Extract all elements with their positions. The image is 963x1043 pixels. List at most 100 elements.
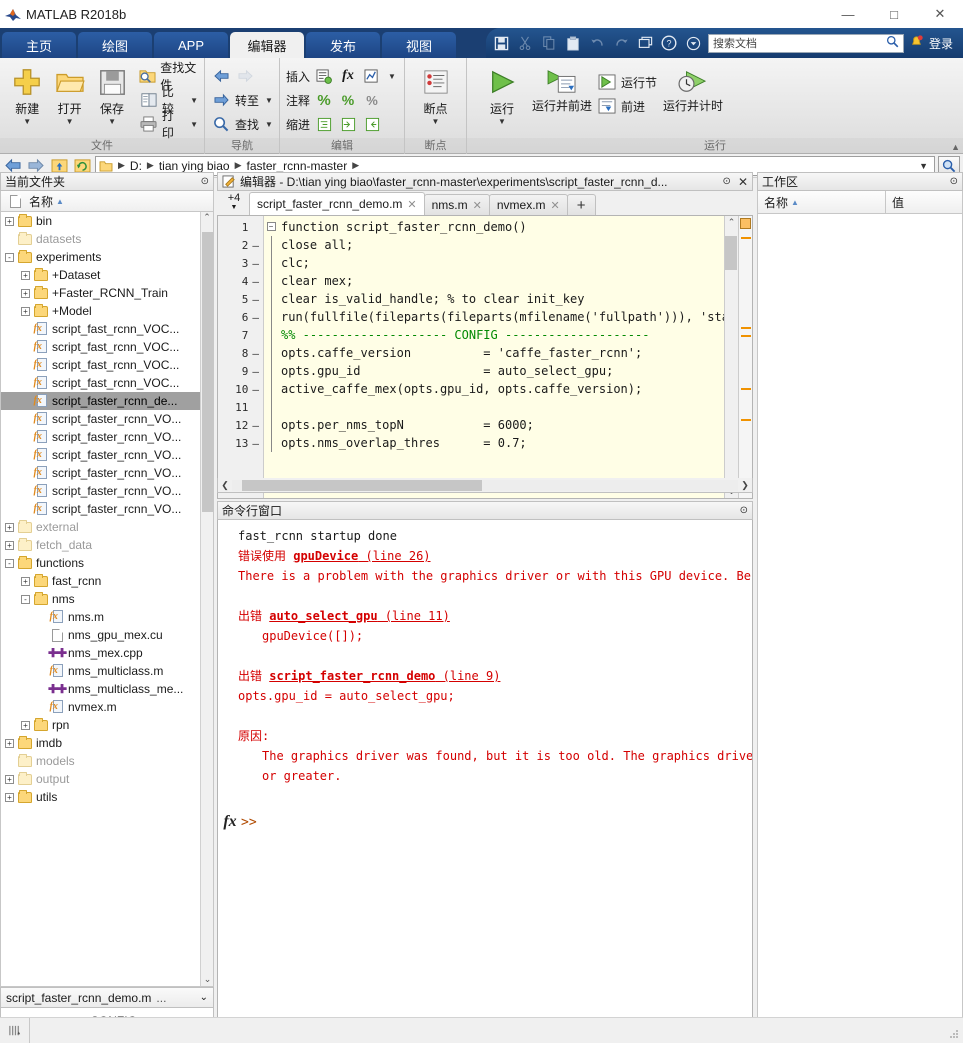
code-fold-toggle[interactable]: − (264, 218, 278, 236)
layout-icon[interactable] (636, 34, 655, 53)
editor-source-code[interactable]: function script_faster_rcnn_demo() close … (278, 216, 724, 498)
expand-icon[interactable]: + (19, 306, 32, 316)
folder-tree-row[interactable]: - experiments (1, 248, 213, 266)
folder-tree-row[interactable]: + output (1, 770, 213, 788)
close-icon[interactable]: ✕ (407, 198, 416, 211)
run-and-time-button[interactable]: 运行并计时 (663, 63, 723, 112)
scroll-track[interactable] (232, 479, 738, 491)
expand-icon[interactable]: + (19, 288, 32, 298)
breakpoints-button[interactable]: 断点 ▼ (411, 63, 460, 126)
scroll-thumb[interactable] (242, 479, 482, 491)
details-dropdown-icon[interactable]: ⌄ (200, 992, 208, 1003)
open-button[interactable]: 打开 ▼ (48, 63, 90, 126)
ribbon-collapse-icon[interactable]: ▲ (951, 142, 960, 152)
folder-tree-row[interactable]: fx script_faster_rcnn_VO... (1, 464, 213, 482)
editor-code-area[interactable]: 1– 2– 3– 4– 5– 6– 7– 8– 9– 10– 11– 12– 13– − functio… (217, 215, 753, 499)
redo-icon[interactable] (612, 34, 631, 53)
editor-code-line[interactable]: function script_faster_rcnn_demo() (278, 218, 724, 236)
run-button[interactable]: 运行 ▼ (473, 63, 531, 126)
command-error-link-line[interactable]: 出错 auto_select_gpu (line 11) (238, 606, 752, 626)
function-fx-icon[interactable]: fx (338, 68, 358, 84)
folder-tree-row[interactable]: fx nms_multiclass.m (1, 662, 213, 680)
editor-horizontal-scrollbar[interactable]: ❮ ❯ (217, 478, 753, 493)
scroll-left-icon[interactable]: ❮ (218, 480, 232, 491)
tab-editor[interactable]: 编辑器 (230, 32, 304, 58)
folder-tree-row[interactable]: + external (1, 518, 213, 536)
maximize-button[interactable]: □ (871, 0, 917, 28)
chevron-down-icon[interactable]: ▼ (265, 96, 273, 105)
error-function-link[interactable]: script_faster_rcnn_demo (269, 669, 435, 683)
chevron-down-icon[interactable]: ▼ (108, 118, 116, 126)
paste-icon[interactable] (564, 34, 583, 53)
status-bar-handle[interactable] (0, 1017, 30, 1043)
folder-tree-row[interactable]: fx nms.m (1, 608, 213, 626)
folder-tree-row[interactable]: + utils (1, 788, 213, 806)
current-folder-tree[interactable]: + bin datasets - experiments + +Dataset + +Faste… (0, 212, 214, 987)
uncomment-percent-icon[interactable]: % (338, 92, 358, 108)
expand-icon[interactable]: + (19, 270, 32, 280)
tab-plots[interactable]: 绘图 (78, 32, 152, 58)
chevron-down-icon[interactable]: ▼ (265, 120, 273, 129)
breadcrumb-drive[interactable]: D: (128, 159, 144, 173)
expand-icon[interactable]: + (3, 792, 16, 802)
fx-icon[interactable]: fx (219, 813, 241, 831)
tab-apps[interactable]: APP (154, 32, 228, 58)
error-line-link[interactable]: (line 11) (378, 609, 450, 623)
editor-overflow-tabs[interactable]: +4 ▼ (219, 191, 249, 215)
insert-button[interactable]: 插入 fx ▼ (286, 65, 396, 87)
folder-tree-row[interactable]: fx nvmex.m (1, 698, 213, 716)
find-button[interactable]: 查找 ▼ (211, 113, 273, 135)
folder-tree-row[interactable]: fx script_fast_rcnn_VOC... (1, 356, 213, 374)
panel-options-icon[interactable]: ⊙ (201, 176, 209, 187)
search-docs-input[interactable]: 搜索文档 (707, 33, 904, 53)
command-window-output[interactable]: fast_rcnn startup done 错误使用 gpuDevice (li… (217, 520, 753, 1043)
error-line-link[interactable]: (line 26) (358, 549, 430, 563)
folder-tree-row[interactable]: nms_gpu_mex.cu (1, 626, 213, 644)
folder-tree-row[interactable]: + fast_rcnn (1, 572, 213, 590)
save-button[interactable]: 保存 ▼ (91, 63, 133, 126)
nav-back-forward[interactable] (211, 65, 273, 87)
folder-tree-row[interactable]: fx script_faster_rcnn_de... (1, 392, 213, 410)
notification-bell-icon[interactable] (909, 34, 924, 52)
new-tab-button[interactable]: + (566, 194, 596, 215)
expand-icon[interactable]: + (19, 576, 32, 586)
workspace-column-name[interactable]: 名称 ▲ (758, 191, 886, 213)
workspace-variable-list[interactable] (757, 214, 963, 1043)
comment-button[interactable]: 注释 % % % (286, 89, 396, 111)
insert-block-icon[interactable] (314, 68, 334, 84)
folder-tree-row[interactable]: + bin (1, 212, 213, 230)
error-function-link[interactable]: gpuDevice (293, 549, 358, 563)
close-icon[interactable]: ✕ (551, 199, 560, 212)
expand-icon[interactable]: + (19, 720, 32, 730)
command-error-link-line[interactable]: 错误使用 gpuDevice (line 26) (238, 546, 752, 566)
folder-tree-row[interactable]: ✚✚ nms_mex.cpp (1, 644, 213, 662)
error-line-link[interactable]: (line 9) (435, 669, 501, 683)
editor-fold-column[interactable]: − (264, 216, 278, 498)
editor-code-line[interactable]: opts.caffe_version = 'caffe_faster_rcnn'… (278, 344, 724, 362)
chevron-down-icon[interactable]: ▼ (190, 120, 198, 129)
close-button[interactable]: ✕ (917, 0, 963, 28)
wrap-comment-icon[interactable]: % (362, 93, 382, 108)
goto-button[interactable]: 转至 ▼ (211, 89, 273, 111)
tab-view[interactable]: 视图 (382, 32, 456, 58)
login-button[interactable]: 登录 (929, 35, 957, 52)
indent-left-icon[interactable] (362, 117, 382, 132)
editor-tab-nvmex[interactable]: nvmex.m ✕ (488, 194, 568, 215)
save-icon[interactable] (492, 34, 511, 53)
more-options-icon[interactable] (684, 34, 703, 53)
run-and-advance-button[interactable]: 运行并前进 (531, 63, 593, 112)
smart-indent-icon[interactable] (314, 117, 334, 132)
chevron-down-icon[interactable]: ▼ (23, 118, 31, 126)
expand-icon[interactable]: + (3, 738, 16, 748)
folder-tree-row[interactable]: + fetch_data (1, 536, 213, 554)
expand-icon[interactable]: + (3, 216, 16, 226)
folder-tree-row[interactable]: fx script_faster_rcnn_VO... (1, 500, 213, 518)
undo-icon[interactable] (588, 34, 607, 53)
folder-tree-scrollbar[interactable]: ⌃ ⌄ (200, 212, 213, 986)
chevron-down-icon[interactable]: ▼ (388, 72, 396, 81)
folder-tree-row[interactable]: - functions (1, 554, 213, 572)
sort-ascending-icon[interactable]: ▲ (788, 198, 799, 207)
editor-tab-nms[interactable]: nms.m ✕ (423, 194, 490, 215)
folder-tree-row[interactable]: fx script_fast_rcnn_VOC... (1, 338, 213, 356)
command-prompt-row[interactable]: fx >> (219, 808, 752, 836)
